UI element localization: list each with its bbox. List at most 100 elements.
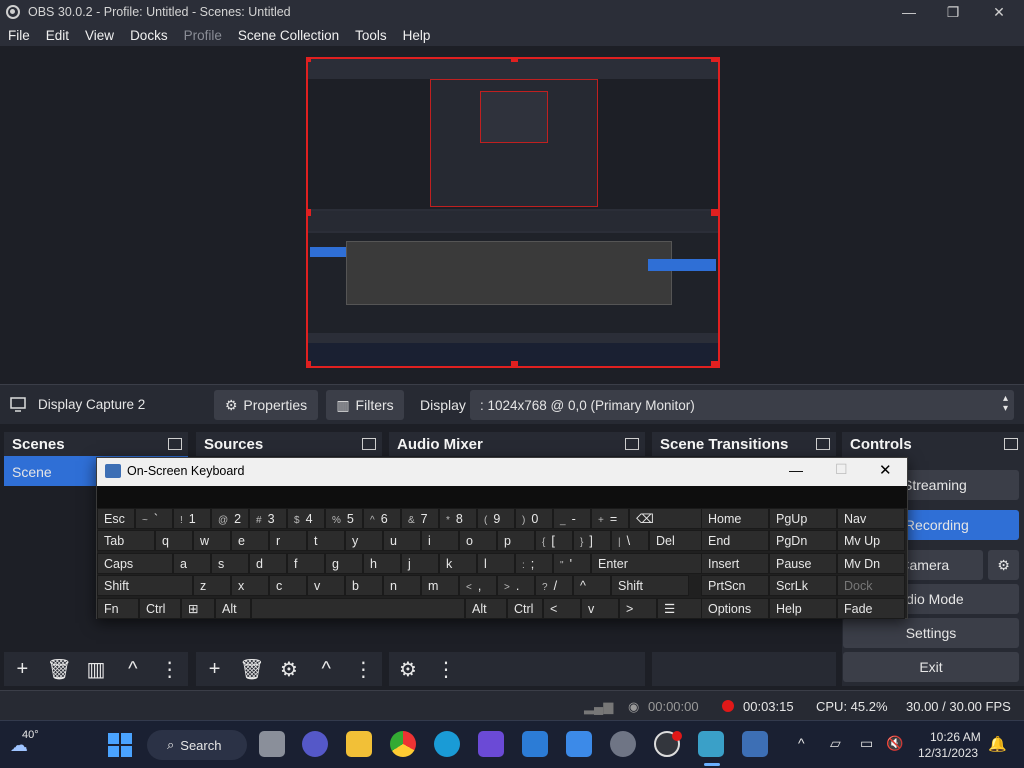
osk-key[interactable]: ! 1 [173,508,211,529]
osk-key[interactable]: r [269,530,307,552]
menu-help[interactable]: Help [395,28,439,43]
settings-icon[interactable] [610,731,636,757]
osk-key[interactable]: Esc [97,508,135,529]
osk-key[interactable]: Del [649,530,707,552]
osk-key[interactable]: ) 0 [515,508,553,529]
undock-icon[interactable] [625,438,639,450]
osk-minimize-button[interactable]: — [789,462,803,478]
taskbar-search[interactable]: ⌕ Search [147,730,247,760]
osk-key[interactable]: c [269,575,307,597]
osk-key[interactable]: n [383,575,421,597]
osk-nav-key[interactable]: Insert [701,552,769,574]
menu-scene-collection[interactable]: Scene Collection [230,28,347,43]
osk-key[interactable]: h [363,552,401,574]
osk-key[interactable]: ^ 6 [363,508,401,529]
resize-handle[interactable] [308,209,311,216]
notification-bell-icon[interactable]: 🔔 [988,735,1007,753]
display-select[interactable]: : 1024x768 @ 0,0 (Primary Monitor) ▴ ▾ [470,390,1014,420]
undock-icon[interactable] [168,438,182,450]
clock-time[interactable]: 10:26 AM [930,730,981,744]
osk-key[interactable]: Alt [215,597,251,619]
osk-key[interactable]: u [383,530,421,552]
edge-icon[interactable] [434,731,460,757]
osk-key[interactable]: Shift [611,575,689,597]
menu-profile[interactable]: Profile [176,28,230,43]
display-tray-icon[interactable]: ▭ [860,735,873,752]
copilot-icon[interactable] [478,731,504,757]
osk-key[interactable]: | \ [611,530,649,552]
osk-key[interactable]: Caps [97,552,173,574]
osk-nav-key[interactable]: Options [701,597,769,619]
undock-icon[interactable] [1004,438,1018,450]
osk-key[interactable]: b [345,575,383,597]
more-icon[interactable]: ⋮ [427,654,465,684]
maximize-button[interactable]: ❐ [930,0,976,24]
osk-key[interactable]: j [401,552,439,574]
network-tray-icon[interactable]: ▱ [830,735,841,752]
gear-icon[interactable]: ⚙ [389,654,427,684]
chat-icon[interactable] [302,731,328,757]
osk-key[interactable]: (9 [477,508,515,529]
store-icon[interactable] [566,731,592,757]
osk-key[interactable]: s [211,552,249,574]
osk-nav-key[interactable]: Mv Up [837,530,905,552]
osk-key[interactable]: >. [497,575,535,597]
osk-nav-key[interactable]: Fade [837,597,905,619]
osk-key[interactable]: ~ ` [135,508,173,529]
mail-icon[interactable] [522,731,548,757]
osk-maximize-button[interactable]: ☐ [835,461,848,478]
more-icon[interactable]: ⋮ [151,654,188,684]
osk-key[interactable]: ? / [535,575,573,597]
osk-key[interactable]: t [307,530,345,552]
resize-handle[interactable] [308,59,311,62]
file-explorer-icon[interactable] [346,731,372,757]
undock-icon[interactable] [816,438,830,450]
osk-key[interactable]: <, [459,575,497,597]
osk-key[interactable]: Alt [465,597,507,619]
preview-source-frame[interactable] [306,57,720,368]
osk-key[interactable]: v [581,597,619,619]
osk-key[interactable]: _ - [553,508,591,529]
osk-key[interactable]: < [543,597,581,619]
osk-key[interactable]: Ctrl [139,597,181,619]
clock-date[interactable]: 12/31/2023 [918,746,978,760]
exit-button[interactable]: Exit [843,652,1019,682]
trash-icon[interactable]: 🗑 [233,654,270,684]
resize-handle[interactable] [511,59,518,62]
osk-key[interactable]: + = [591,508,629,529]
osk-key[interactable]: {[ [535,530,573,552]
add-icon[interactable]: + [4,654,41,684]
osk-key[interactable]: e [231,530,269,552]
osk-key[interactable]: x [231,575,269,597]
osk-nav-key[interactable]: Nav [837,508,905,529]
osk-key[interactable]: :; [515,552,553,574]
osk-key[interactable]: y [345,530,383,552]
osk-key[interactable]: Enter [591,552,707,574]
osk-key[interactable]: m [421,575,459,597]
osk-nav-key[interactable]: PgUp [769,508,837,529]
osk-nav-key[interactable]: Dock [837,575,905,597]
osk-nav-key[interactable]: ScrLk [769,575,837,597]
trash-icon[interactable]: 🗑 [41,654,78,684]
gear-icon[interactable]: ⚙ [988,550,1019,580]
osk-key[interactable]: k [439,552,477,574]
osk-nav-key[interactable]: Help [769,597,837,619]
osk-key[interactable]: o [459,530,497,552]
up-icon[interactable]: ^ [308,654,345,684]
osk-key[interactable]: g [325,552,363,574]
osk-nav-key[interactable]: PgDn [769,530,837,552]
windows-start-icon[interactable] [108,733,132,757]
menu-tools[interactable]: Tools [347,28,395,43]
resize-handle[interactable] [711,209,718,216]
osk-key[interactable]: % 5 [325,508,363,529]
osk-key[interactable]: q [155,530,193,552]
menu-edit[interactable]: Edit [38,28,77,43]
chevron-up-icon[interactable]: ^ [798,735,805,751]
menu-view[interactable]: View [77,28,122,43]
osk-key[interactable]: > [619,597,657,619]
osk-key[interactable]: z [193,575,231,597]
osk-key[interactable]: i [421,530,459,552]
osk-key[interactable]: ⊞ [181,597,215,619]
osk-key[interactable]: v [307,575,345,597]
resize-handle[interactable] [711,361,718,366]
